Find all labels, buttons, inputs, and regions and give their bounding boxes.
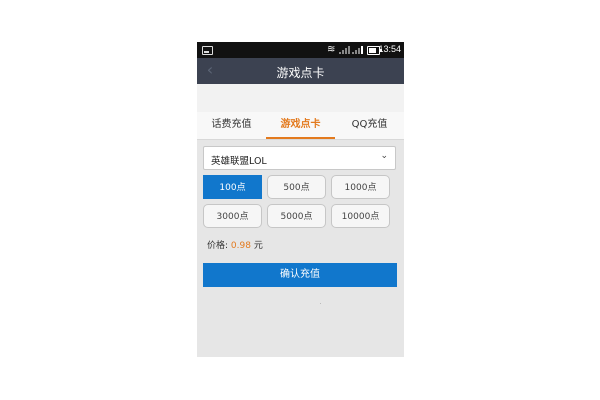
- price-row: 价格: 0.98 元: [207, 238, 263, 251]
- price-value: 0.98: [230, 241, 251, 251]
- divider-dot: [320, 303, 321, 304]
- confirm-recharge-button[interactable]: 确认充值: [203, 263, 397, 287]
- game-select-value: 英雄联盟LOL: [211, 156, 267, 167]
- signal-icon: [339, 46, 350, 54]
- page-title: 游戏点卡: [276, 66, 325, 80]
- title-bar: ‹ 游戏点卡: [197, 58, 404, 84]
- battery-level: [369, 48, 376, 53]
- amount-option-500[interactable]: 500点: [267, 175, 326, 199]
- amount-option-1000[interactable]: 1000点: [331, 175, 390, 199]
- tab-game-card[interactable]: 游戏点卡: [266, 112, 335, 139]
- status-time: 13:54: [378, 44, 401, 54]
- status-bar: ≋ 13:54: [197, 42, 404, 58]
- blank-banner-area: [197, 84, 404, 112]
- chevron-down-icon: ⌄: [380, 151, 388, 161]
- amount-option-10000[interactable]: 10000点: [331, 204, 390, 228]
- price-unit: 元: [253, 241, 263, 251]
- signal-icon: [352, 46, 363, 54]
- phone-screen: ≋ 13:54 ‹ 游戏点卡 话费充值 游戏点卡 QQ充值 英雄联盟LOL ⌄ …: [197, 42, 404, 357]
- tab-bar: 话费充值 游戏点卡 QQ充值: [197, 112, 404, 140]
- tab-phone-recharge[interactable]: 话费充值: [197, 112, 266, 139]
- game-select[interactable]: 英雄联盟LOL ⌄: [203, 146, 396, 170]
- amount-option-5000[interactable]: 5000点: [267, 204, 326, 228]
- tab-qq-recharge[interactable]: QQ充值: [335, 112, 404, 139]
- screenshot-icon: [202, 46, 213, 55]
- wifi-icon: ≋: [327, 44, 336, 55]
- amount-option-3000[interactable]: 3000点: [203, 204, 262, 228]
- amount-option-100[interactable]: 100点: [203, 175, 262, 199]
- price-label: 价格:: [207, 241, 229, 251]
